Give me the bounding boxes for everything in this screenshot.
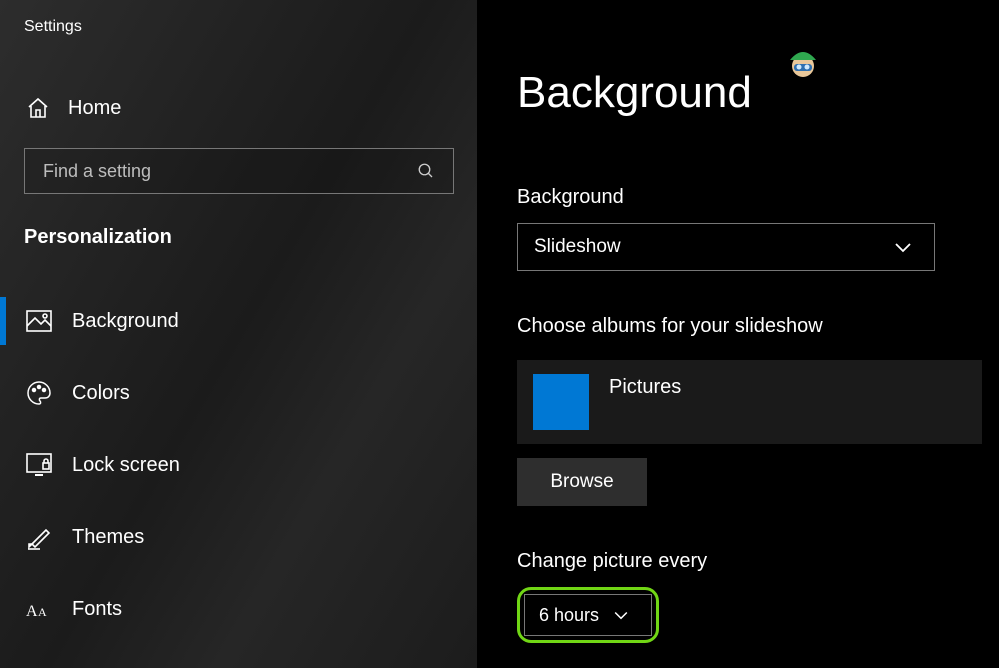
chevron-down-icon: [613, 610, 629, 620]
search-box[interactable]: [24, 148, 454, 194]
search-input[interactable]: [43, 161, 393, 182]
sidebar-item-background[interactable]: Background: [0, 285, 477, 357]
sidebar-home[interactable]: Home: [0, 96, 477, 120]
browse-button[interactable]: Browse: [517, 458, 647, 506]
lock-screen-icon: [26, 452, 52, 478]
page-title: Background: [517, 68, 999, 118]
sidebar: Settings Home Personalization: [0, 0, 477, 668]
chevron-down-icon: [894, 241, 912, 253]
sidebar-item-label: Fonts: [72, 598, 122, 621]
background-label: Background: [517, 186, 999, 209]
sidebar-item-colors[interactable]: Colors: [0, 357, 477, 429]
sidebar-section-header: Personalization: [0, 194, 477, 249]
interval-select-value: 6 hours: [539, 605, 599, 626]
interval-highlight: 6 hours: [517, 587, 659, 643]
sidebar-item-label: Colors: [72, 382, 130, 405]
search-icon: [417, 162, 435, 180]
themes-icon: [26, 524, 52, 550]
albums-label: Choose albums for your slideshow: [517, 315, 999, 338]
interval-select[interactable]: 6 hours: [524, 594, 652, 636]
home-icon: [26, 96, 50, 120]
background-select[interactable]: Slideshow: [517, 223, 935, 271]
palette-icon: [26, 380, 52, 406]
content-pane: Background Background Slideshow Choose a…: [477, 0, 999, 668]
sidebar-item-fonts[interactable]: A A Fonts: [0, 573, 477, 645]
sidebar-item-label: Lock screen: [72, 454, 180, 477]
sidebar-item-lock-screen[interactable]: Lock screen: [0, 429, 477, 501]
fonts-icon: A A: [26, 596, 52, 622]
album-thumbnail: [533, 374, 589, 430]
svg-text:A: A: [26, 603, 38, 620]
sidebar-item-label: Themes: [72, 526, 144, 549]
app-title: Settings: [0, 0, 477, 36]
sidebar-item-themes[interactable]: Themes: [0, 501, 477, 573]
album-name: Pictures: [609, 374, 681, 399]
album-item[interactable]: Pictures: [517, 360, 982, 444]
browse-button-label: Browse: [550, 471, 613, 493]
sidebar-nav: Background Colors: [0, 285, 477, 645]
avatar: [782, 42, 824, 84]
sidebar-home-label: Home: [68, 97, 121, 120]
interval-label: Change picture every: [517, 550, 999, 573]
sidebar-item-label: Background: [72, 310, 179, 333]
picture-icon: [26, 308, 52, 334]
svg-text:A: A: [38, 605, 47, 619]
background-select-value: Slideshow: [534, 236, 621, 258]
